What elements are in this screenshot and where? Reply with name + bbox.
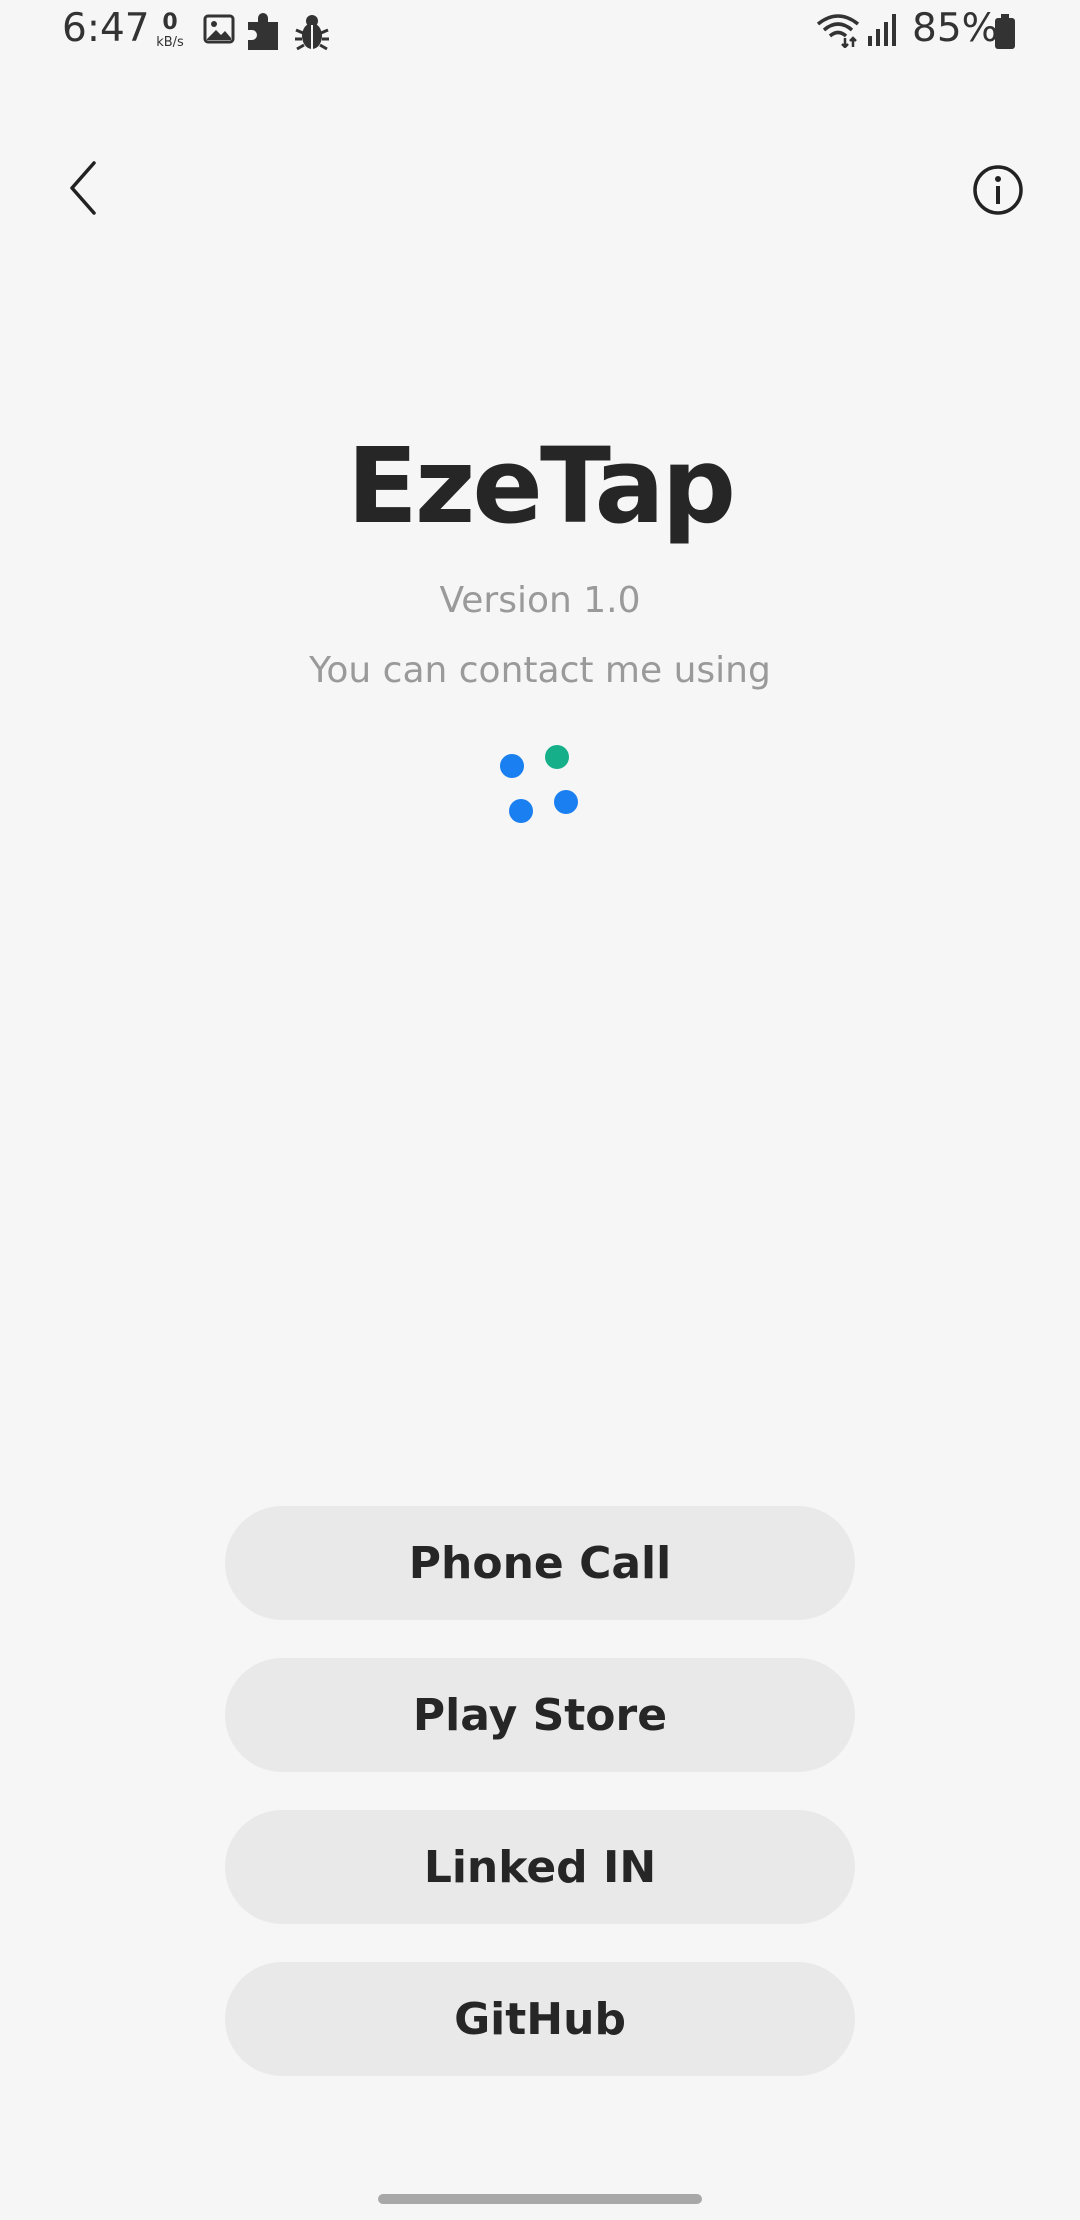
phone-call-button[interactable]: Phone Call [225, 1506, 855, 1620]
back-button[interactable] [52, 150, 116, 230]
loader-dot [554, 790, 578, 814]
play-store-button[interactable]: Play Store [225, 1658, 855, 1772]
puzzle-icon [244, 10, 284, 58]
contact-button-list: Phone Call Play Store Linked IN GitHub [225, 1506, 855, 2114]
image-icon [203, 13, 235, 49]
loading-indicator [490, 738, 590, 838]
wifi-icon [815, 12, 861, 52]
info-button[interactable] [966, 160, 1030, 224]
loader-dot [545, 745, 569, 769]
github-button[interactable]: GitHub [225, 1962, 855, 2076]
chevron-left-icon [64, 158, 104, 222]
signal-icon [866, 12, 898, 52]
loader-dot [500, 754, 524, 778]
contact-subtitle: You can contact me using [309, 650, 771, 691]
battery-percentage: 85% [912, 6, 999, 51]
info-circle-icon [972, 164, 1024, 220]
network-speed-indicator: 0 kB/s [150, 10, 190, 50]
bug-icon [294, 12, 330, 56]
version-text: Version 1.0 [439, 580, 641, 621]
home-indicator[interactable] [378, 2194, 702, 2204]
status-bar: 6:47 0 kB/s 85% [0, 0, 1080, 64]
network-speed-unit: kB/s [156, 35, 184, 50]
status-time: 6:47 [62, 6, 150, 51]
network-speed-value: 0 [162, 10, 178, 35]
loader-dot [509, 799, 533, 823]
app-title: EzeTap [346, 425, 736, 547]
linkedin-button[interactable]: Linked IN [225, 1810, 855, 1924]
screen: 6:47 0 kB/s 85% EzeTap Version 1.0 You c… [0, 0, 1080, 2220]
battery-icon [994, 14, 1016, 54]
